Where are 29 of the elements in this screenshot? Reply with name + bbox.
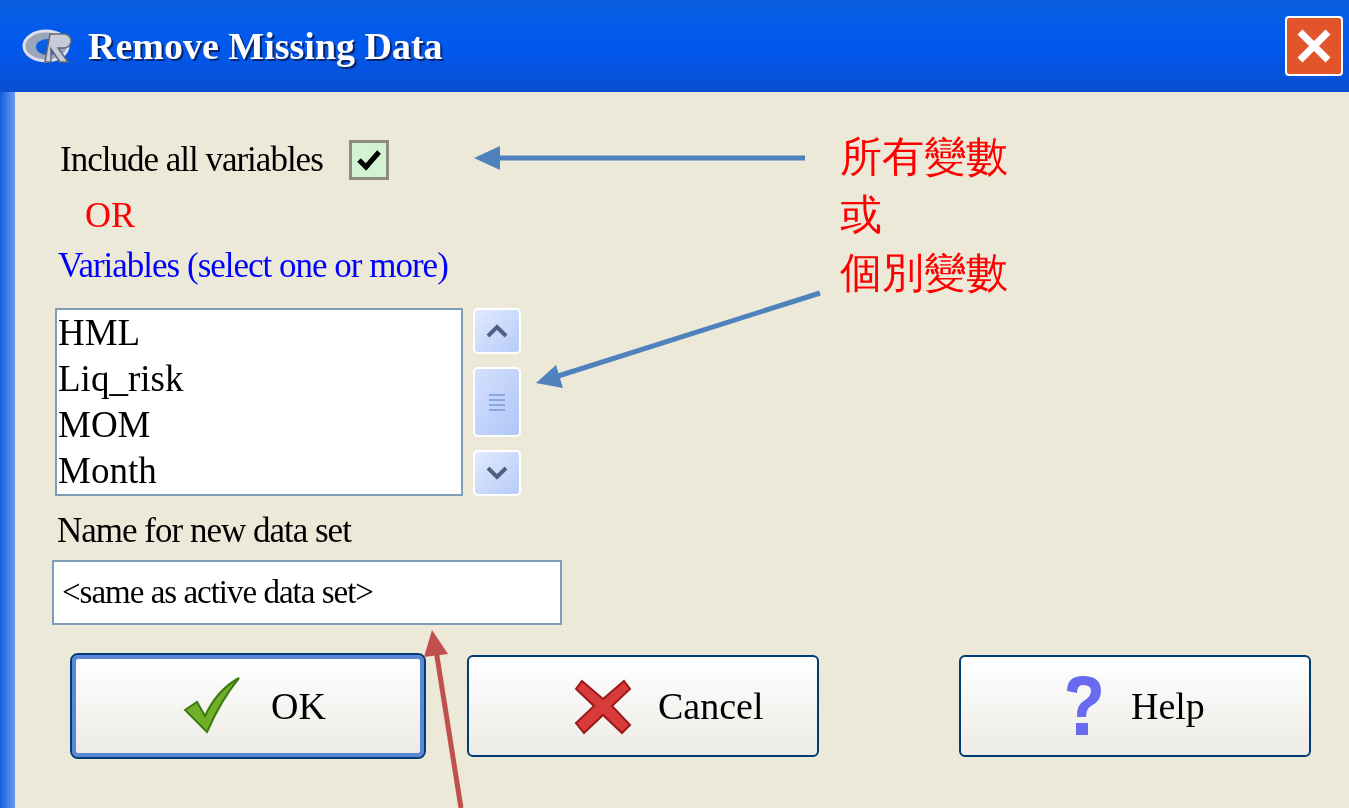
variables-listbox[interactable]: HML Liq_risk MOM Month — [55, 308, 463, 496]
cross-icon — [574, 677, 632, 735]
scroll-up-button[interactable] — [473, 308, 521, 354]
variables-label: Variables (select one or more) — [58, 245, 448, 287]
include-checkbox[interactable] — [348, 140, 389, 180]
close-button[interactable] — [1285, 16, 1343, 76]
variable-item[interactable]: Month — [57, 448, 461, 494]
chevron-icon — [486, 466, 508, 480]
annotation-text: 個別變數 — [840, 247, 1008, 299]
scrollbar[interactable] — [473, 308, 523, 496]
or-label: OR — [85, 194, 135, 237]
include-label: Include all variables — [60, 138, 323, 181]
new-name-field[interactable]: <same as active data set> — [52, 560, 562, 625]
cancel-button[interactable]: Cancel — [467, 655, 819, 757]
variable-item[interactable]: Liq_risk — [57, 356, 461, 402]
ok-button[interactable]: OK — [72, 655, 424, 757]
chevron-icon — [486, 324, 508, 338]
help-button[interactable]: Help — [959, 655, 1311, 757]
window-title: Remove Missing Data — [88, 23, 444, 69]
scroll-thumb[interactable] — [473, 367, 521, 437]
close-icon — [1296, 28, 1332, 64]
new-name-label: Name for new data set — [57, 510, 351, 552]
annotation-text: 所有變數 — [840, 131, 1008, 183]
variable-item[interactable]: HML — [57, 310, 461, 356]
grip-icon — [488, 392, 506, 412]
scroll-down-button[interactable] — [473, 450, 521, 496]
annotation-text: 或 — [840, 189, 883, 241]
check-icon — [355, 148, 382, 172]
variable-item[interactable]: MOM — [57, 402, 461, 448]
